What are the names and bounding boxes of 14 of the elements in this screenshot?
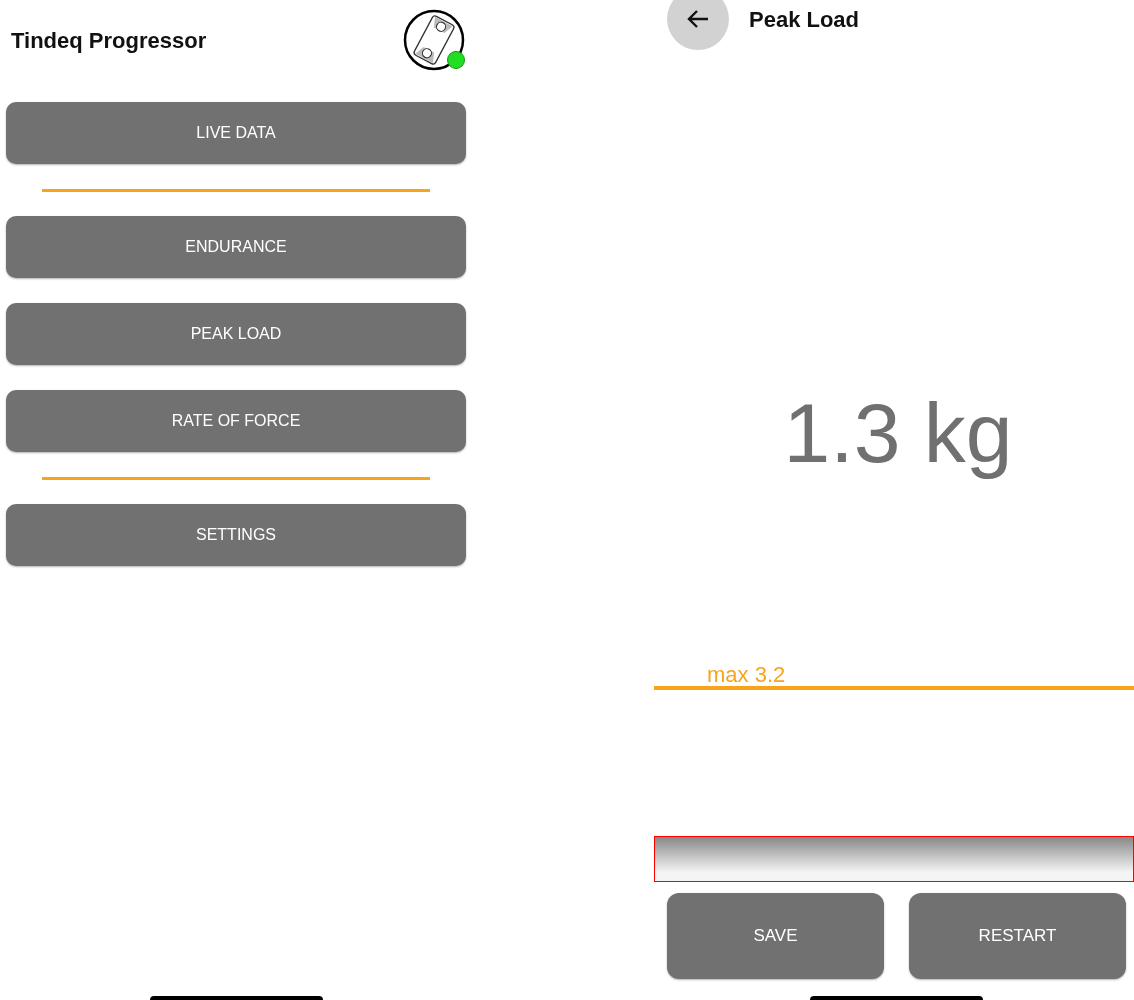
action-button[interactable]: SAVE (667, 893, 884, 979)
menu-button[interactable]: LIVE DATA (6, 102, 466, 164)
max-label: max 3.2 (707, 662, 786, 687)
back-arrow-icon (686, 9, 710, 29)
app-title: Tindeq Progressor (11, 26, 207, 55)
menu-button[interactable]: SETTINGS (6, 504, 466, 566)
screen-title: Peak Load (749, 5, 860, 34)
load-reading: 1.3 kg (782, 385, 1014, 482)
back-button[interactable] (667, 0, 729, 50)
action-button[interactable]: RESTART (909, 893, 1126, 979)
menu-button[interactable]: RATE OF FORCE (6, 390, 466, 452)
menu-button[interactable]: ENDURANCE (6, 216, 466, 278)
device-icon[interactable] (403, 9, 465, 71)
menu-button[interactable]: PEAK LOAD (6, 303, 466, 365)
